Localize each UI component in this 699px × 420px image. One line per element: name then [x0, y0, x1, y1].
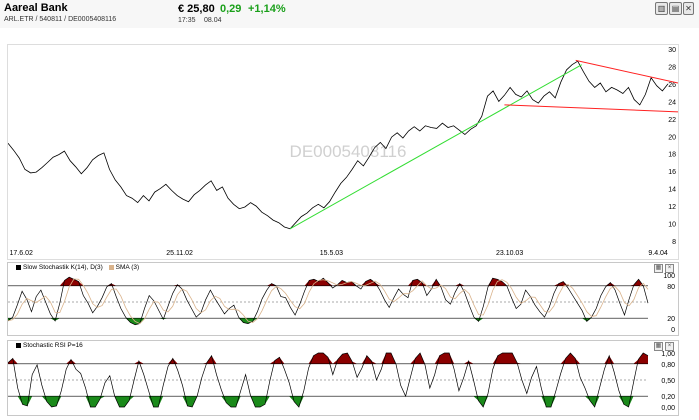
x-tick-label: 15.5.03 — [320, 250, 343, 257]
security-identifiers: ARL.ETR / 540811 / DE0005408116 — [4, 16, 117, 23]
y-tick-label: 20 — [667, 316, 675, 323]
settings-icon[interactable]: ✕ — [683, 2, 694, 15]
panel-close-icon[interactable]: × — [665, 342, 674, 351]
y-tick-label: 1,00 — [661, 351, 675, 358]
y-tick-label: 0,20 — [661, 394, 675, 401]
quote-time: 17:35 — [178, 17, 196, 24]
y-tick-label: 12 — [668, 204, 676, 211]
y-tick-label: 0 — [671, 327, 675, 334]
y-tick-label: 0,80 — [661, 362, 675, 369]
slow-stochastic-panel: Slow Stochastik K(14), D(3) SMA (3) ▦ × … — [7, 262, 679, 336]
chart-type-icon[interactable]: ▥ — [655, 2, 668, 15]
company-name: Aareal Bank — [4, 2, 68, 14]
price-change: 0,29 — [220, 3, 242, 15]
y-tick-label: 18 — [668, 152, 676, 159]
y-tick-label: 16 — [668, 169, 676, 176]
y-tick-label: 24 — [668, 99, 676, 106]
panel-close-icon[interactable]: × — [665, 264, 674, 273]
x-tick-label: 9.4.04 — [648, 250, 668, 257]
watermark-label: DE0005408116 — [290, 142, 407, 161]
y-tick-label: 20 — [668, 134, 676, 141]
channel-upper-line — [575, 59, 679, 84]
x-tick-label: 23.10.03 — [496, 250, 523, 257]
overbought-fill — [8, 277, 648, 286]
y-tick-label: 100 — [663, 273, 675, 280]
y-tick-label: 0,00 — [661, 405, 675, 412]
sma-swatch-icon — [108, 264, 114, 270]
oversold-fill — [8, 396, 648, 407]
x-tick-label: 25.11.02 — [166, 250, 193, 257]
price-chart: DE0005408116 8 10 12 14 16 18 20 22 24 26 28 30 17.6.… — [7, 47, 679, 257]
x-tick-label: 17.6.02 — [10, 250, 33, 257]
slow-stochastic-chart: 100 80 20 0 — [7, 273, 675, 334]
stochastic-rsi-chart: 1,00 0,80 0,50 0,20 0,00 — [7, 351, 675, 412]
y-tick-label: 10 — [668, 222, 676, 229]
y-tick-label: 14 — [668, 187, 676, 194]
oversold-fill — [8, 318, 648, 325]
quote-date: 08.04 — [204, 17, 222, 24]
price-chart-panel: DE0005408116 8 10 12 14 16 18 20 22 24 26 28 30 17.6.… — [7, 44, 679, 260]
slow-stochastic-title: Slow Stochastik K(14), D(3) SMA (3) — [16, 264, 139, 271]
quote-header: Aareal Bank ARL.ETR / 540811 / DE0005408… — [0, 0, 699, 28]
stochastic-rsi-title: Stochastic RSI P=16 — [16, 342, 83, 349]
y-tick-label: 8 — [672, 239, 676, 246]
series-swatch-icon — [16, 342, 21, 348]
series-swatch-icon — [16, 264, 21, 270]
y-tick-label: 26 — [668, 82, 676, 89]
y-tick-label: 0,50 — [661, 378, 675, 385]
y-tick-label: 30 — [668, 47, 676, 54]
y-tick-label: 80 — [667, 284, 675, 291]
panel-settings-icon[interactable]: ▦ — [654, 342, 663, 351]
channel-lower-line — [504, 104, 679, 113]
last-price: € 25,80 — [178, 3, 215, 15]
panel-settings-icon[interactable]: ▦ — [654, 264, 663, 273]
chart-type-icon[interactable]: ▤ — [669, 2, 682, 15]
price-change-percent: +1,14% — [248, 3, 286, 15]
stochastic-rsi-panel: Stochastic RSI P=16 ▦ × 1,00 0,80 0,50 0,20… — [7, 340, 679, 416]
y-tick-label: 22 — [668, 117, 676, 124]
y-tick-label: 28 — [668, 64, 676, 71]
